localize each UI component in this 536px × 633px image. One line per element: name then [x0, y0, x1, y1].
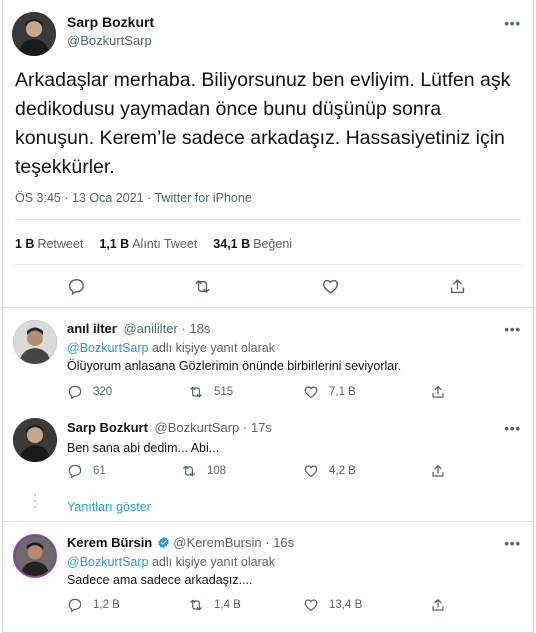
meta-separator: · [242, 420, 248, 435]
reply-tweet: anıl ilter @anililter · 18s ••• @Bozkurt… [3, 308, 533, 408]
reply-action[interactable]: 61 [67, 463, 106, 479]
author-handle[interactable]: @KeremBursin [173, 535, 261, 550]
more-icon[interactable]: ••• [504, 322, 521, 337]
like-action[interactable]: 13,4 B [303, 597, 362, 613]
main-tweet: Sarp Bozkurt @BozkurtSarp ••• Arkadaşlar… [3, 0, 533, 308]
like-count: 7,1 B [329, 386, 356, 398]
reply-tweet: Sarp Bozkurt @BozkurtSarp · 17s ••• Ben … [3, 408, 533, 522]
like-action[interactable]: 4,2 B [303, 463, 356, 479]
like-count: 13,4 B [329, 599, 363, 611]
like-action[interactable]: 7,1 B [303, 384, 356, 400]
verified-badge-icon [158, 536, 169, 549]
reply-header: Sarp Bozkurt @BozkurtSarp · 17s [67, 420, 272, 435]
avatar[interactable] [13, 534, 57, 578]
reply-text: Sadece ama sadece arkadaşız.... [67, 573, 253, 587]
like-icon [304, 465, 318, 477]
reply-text: Ölüyorum anlasana Gözlerimin önünde birb… [67, 359, 402, 373]
quote-stat[interactable]: 1,1 B Alıntı Tweet [99, 237, 197, 251]
more-icon[interactable]: ••• [504, 16, 521, 31]
divider [15, 219, 521, 220]
reply-action[interactable]: 320 [67, 384, 112, 400]
retweet-action[interactable]: 515 [188, 384, 233, 400]
reply-action[interactable]: 1,2 B [67, 597, 120, 613]
meta-separator: · [181, 321, 186, 336]
meta-separator: · [64, 191, 69, 205]
reply-time[interactable]: 17s [251, 420, 272, 435]
author-name[interactable]: Kerem Bürsin [67, 535, 152, 550]
thread-dots [34, 494, 36, 512]
retweet-stat[interactable]: 1 B Retweet [15, 237, 83, 251]
like-count: 4,2 B [329, 465, 356, 477]
reply-to-suffix: adlı kişiye yanıt olarak [151, 341, 275, 355]
reply-to-line: @BozkurtSarp adlı kişiye yanıt olarak [67, 340, 275, 357]
reply-count: 61 [93, 465, 106, 477]
like-icon [304, 386, 318, 398]
reply-count: 1,2 B [93, 599, 120, 611]
retweet-icon [190, 599, 202, 611]
like-icon[interactable] [321, 277, 340, 296]
more-icon[interactable]: ••• [504, 421, 521, 436]
author-handle[interactable]: @BozkurtSarp [67, 33, 152, 48]
reply-count: 320 [93, 386, 113, 398]
reply-time[interactable]: 18s [189, 321, 210, 336]
reply-icon [68, 385, 82, 399]
author-name[interactable]: Sarp Bozkurt [67, 420, 148, 435]
reply-time[interactable]: 16s [273, 535, 294, 550]
tweet-thread: Sarp Bozkurt @BozkurtSarp ••• Arkadaşlar… [2, 0, 534, 633]
meta-separator: · [147, 191, 152, 205]
tweet-source[interactable]: Twitter for iPhone [155, 191, 252, 205]
reply-to-suffix: adlı kişiye yanıt olarak [151, 555, 275, 569]
reply-header: anıl ilter @anililter · 18s [67, 321, 210, 336]
like-stat[interactable]: 34,1 B Beğeni [213, 237, 292, 251]
meta-separator: · [265, 535, 270, 550]
share-icon[interactable] [430, 463, 446, 479]
share-icon[interactable] [430, 597, 446, 613]
author-handle[interactable]: @anililter [123, 321, 177, 336]
more-icon[interactable]: ••• [504, 536, 521, 551]
like-icon [304, 599, 318, 611]
avatar[interactable] [12, 12, 56, 56]
reply-to-line: @BozkurtSarp adlı kişiye yanıt olarak [67, 554, 275, 571]
reply-icon [68, 598, 82, 612]
retweet-count: 108 [207, 465, 227, 477]
reply-icon[interactable] [67, 277, 86, 296]
retweet-icon [190, 386, 202, 398]
retweet-count: 515 [214, 386, 234, 398]
avatar[interactable] [13, 320, 57, 364]
reply-header: Kerem Bürsin @KeremBursin · 16s [67, 535, 294, 550]
retweet-count: 1,4 B [214, 599, 241, 611]
tweet-stats: 1 B Retweet 1,1 B Alıntı Tweet 34,1 B Beğen… [15, 237, 292, 251]
reply-text: Ben sana abi dedim... Abi... [67, 441, 220, 455]
tweet-date[interactable]: 13 Oca 2021 [72, 191, 144, 205]
avatar[interactable] [13, 418, 57, 462]
reply-tweet: Kerem Bürsin @KeremBursin · 16s ••• @Bozk… [3, 522, 533, 632]
share-icon[interactable] [430, 384, 446, 400]
reply-to-handle[interactable]: @BozkurtSarp [67, 555, 148, 569]
retweet-action[interactable]: 108 [181, 463, 226, 479]
reply-icon [68, 464, 82, 478]
retweet-action[interactable]: 1,4 B [188, 597, 241, 613]
author-handle[interactable]: @BozkurtSarp [155, 420, 240, 435]
share-icon[interactable] [448, 277, 467, 296]
tweet-actions [3, 272, 533, 302]
reply-to-handle[interactable]: @BozkurtSarp [67, 341, 148, 355]
tweet-time[interactable]: ÖS 3:45 [15, 191, 61, 205]
divider [15, 264, 521, 265]
show-replies-link[interactable]: Yanıtları göster [67, 500, 151, 514]
tweet-meta: ÖS 3:45 · 13 Oca 2021 · Twitter for iPho… [15, 191, 252, 205]
tweet-text: Arkadaşlar merhaba. Biliyorsunuz ben evl… [15, 69, 511, 178]
author-name[interactable]: Sarp Bozkurt [67, 14, 154, 30]
author-name[interactable]: anıl ilter [67, 321, 117, 336]
retweet-icon[interactable] [193, 277, 212, 296]
retweet-icon [183, 465, 195, 477]
